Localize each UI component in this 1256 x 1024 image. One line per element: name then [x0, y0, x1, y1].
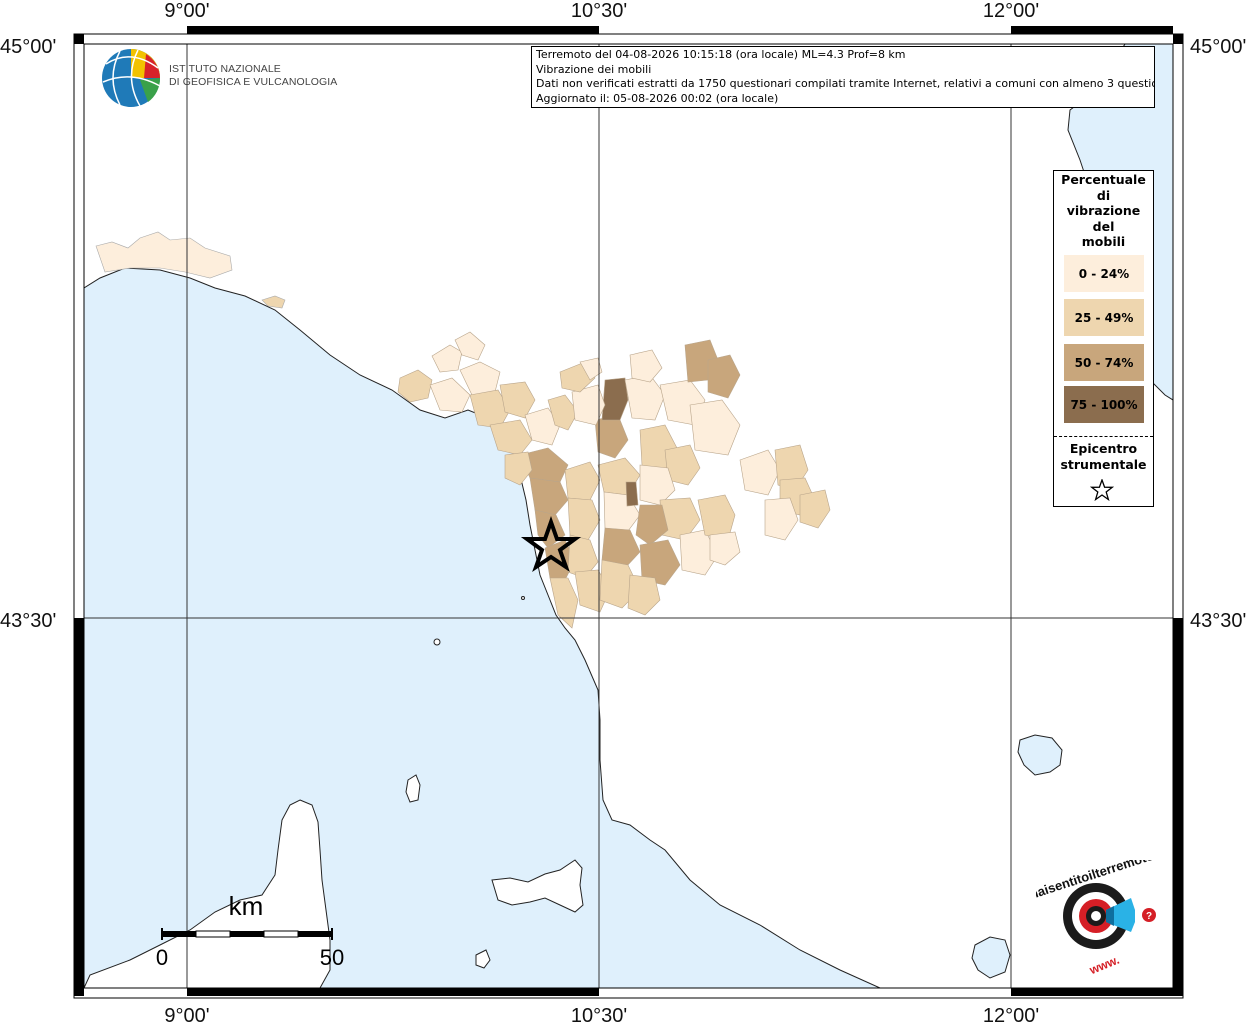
legend-item: 25 - 49% [1064, 299, 1144, 336]
lon-tick-label: 9°00' [164, 1005, 209, 1024]
lat-tick-label: 45°00' [1190, 36, 1246, 58]
scale-bar-max: 50 [320, 945, 344, 970]
scale-bar-unit: km [229, 891, 264, 921]
event-info-box: Terremoto del 04-08-2026 10:15:18 (ora l… [531, 46, 1155, 108]
ingv-logo-line: DI GEOFISICA E VULCANOLOGIA [169, 76, 338, 88]
scale-bar-min: 0 [156, 945, 168, 970]
svg-text:?: ? [1146, 911, 1152, 922]
legend-separator [1054, 436, 1153, 437]
lon-tick-label: 12°00' [983, 1005, 1039, 1024]
ingv-logo-icon [102, 49, 161, 107]
haisentito-logo-www: www. [1087, 953, 1122, 978]
event-data-note: Dati non verificati estratti da 1750 que… [536, 77, 1155, 91]
lon-tick-label: 10°30' [571, 0, 627, 22]
lon-tick-label: 10°30' [571, 1005, 627, 1024]
legend-item: 75 - 100% [1064, 386, 1144, 423]
lat-tick-label: 43°30' [0, 610, 56, 632]
lat-tick-label: 45°00' [0, 36, 56, 58]
haisentito-logo-icon: haisentitoilterremoto.it www. ? [1036, 860, 1162, 978]
legend-title: Percentuale di vibrazione del mobili [1061, 172, 1146, 249]
event-updated: Aggiornato il: 05-08-2026 00:02 (ora loc… [536, 91, 779, 105]
gorgona-island [433, 638, 441, 646]
lon-tick-label: 9°00' [164, 0, 209, 22]
ingv-logo-line: ISTITUTO NAZIONALE [169, 63, 281, 75]
legend-item: 50 - 74% [1064, 344, 1144, 381]
lon-tick-label: 12°00' [983, 0, 1039, 22]
legend: Percentuale di vibrazione del mobili 0 -… [1053, 170, 1154, 507]
legend-epicenter-label: Epicentro strumentale [1060, 441, 1147, 472]
ingv-logo-text: ISTITUTO NAZIONALE DI GEOFISICA E VULCAN… [169, 63, 337, 89]
event-title: Terremoto del 04-08-2026 10:15:18 (ora l… [536, 48, 906, 61]
event-parameter: Vibrazione dei mobili [536, 62, 652, 76]
islet [521, 596, 525, 600]
star-icon [1090, 479, 1114, 501]
lat-tick-label: 43°30' [1190, 610, 1246, 632]
legend-item: 0 - 24% [1064, 255, 1144, 292]
